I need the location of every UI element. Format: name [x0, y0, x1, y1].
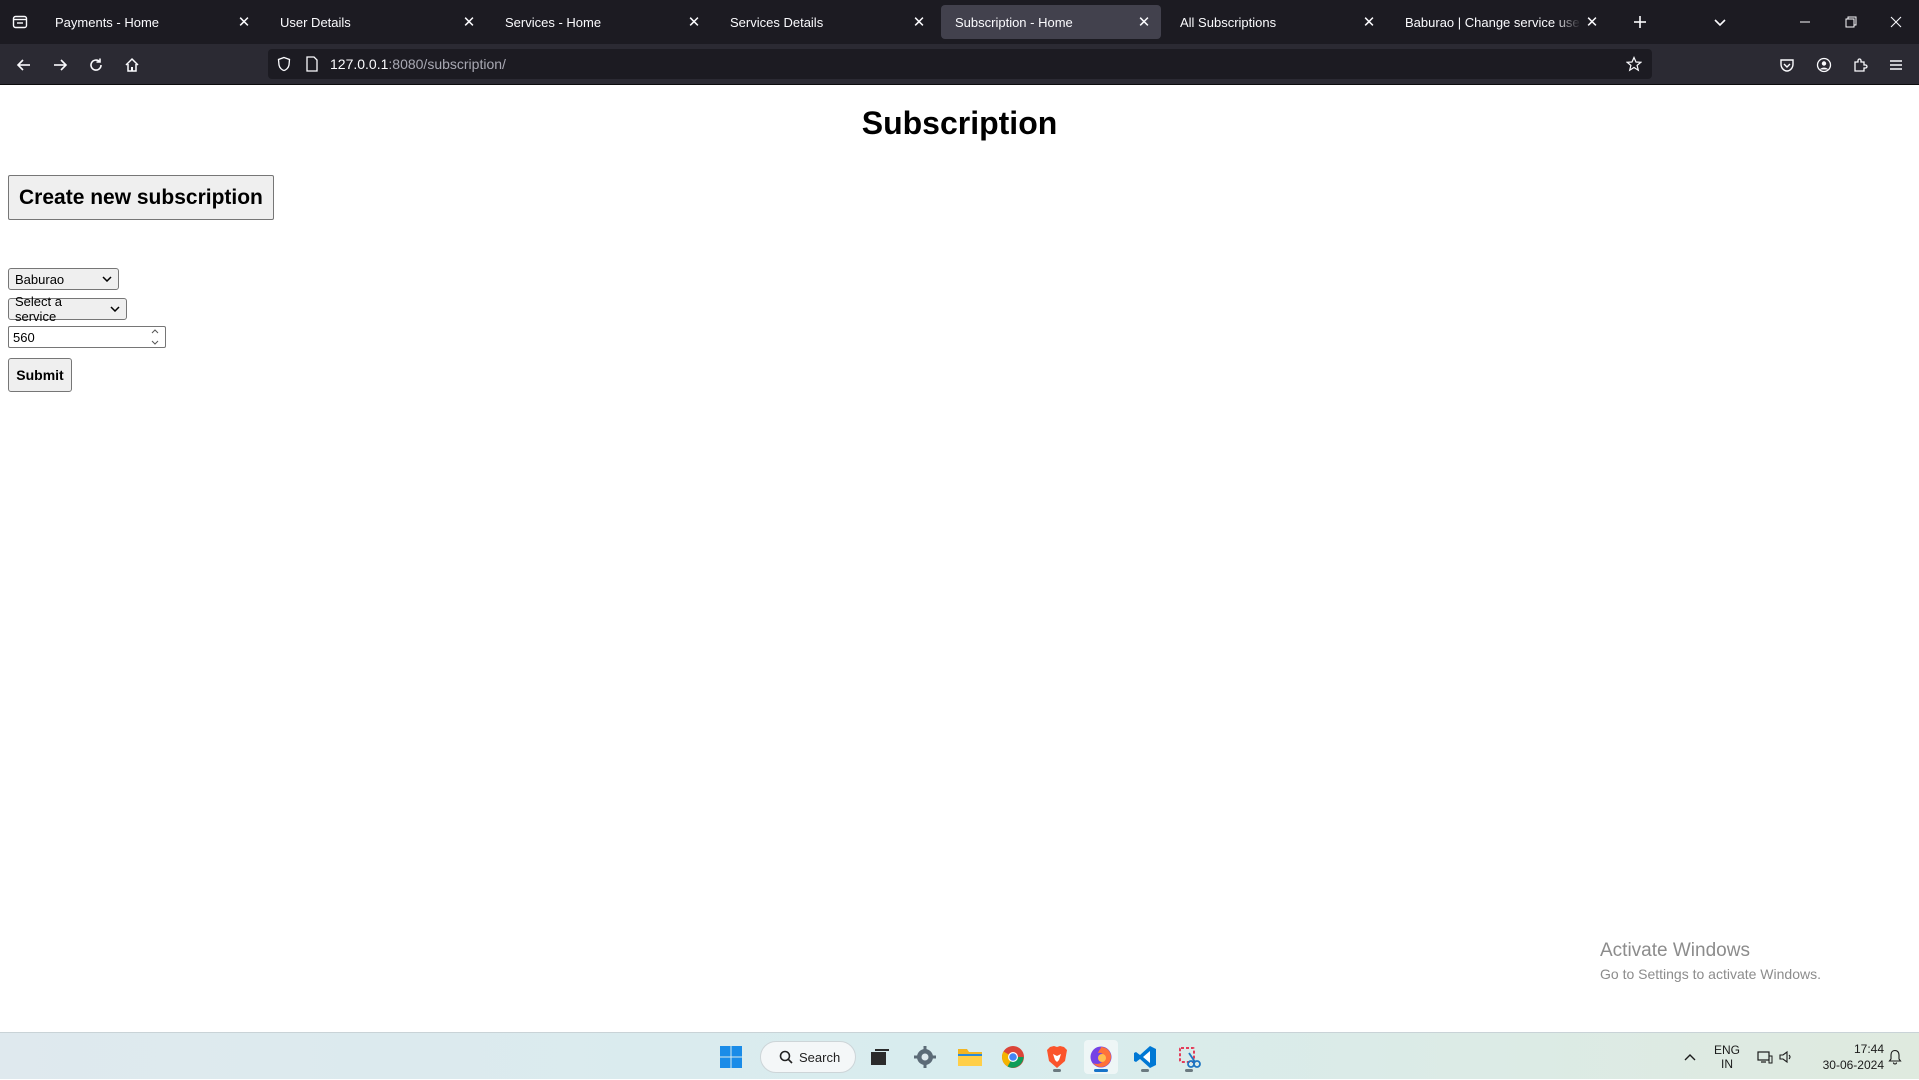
tab-title: Subscription - Home [955, 14, 1073, 30]
reload-icon[interactable] [81, 50, 111, 80]
notification-bell-icon[interactable] [1884, 1033, 1906, 1080]
close-icon[interactable]: ✕ [1133, 11, 1155, 33]
restore-button[interactable] [1828, 0, 1874, 44]
page-content: Subscription Create new subscription Bab… [0, 85, 1919, 1032]
tab-services-home[interactable]: Services - Home ✕ [491, 5, 711, 39]
spin-up-icon[interactable] [151, 329, 159, 334]
tab-payments-home[interactable]: Payments - Home ✕ [41, 5, 261, 39]
new-tab-button[interactable] [1626, 8, 1654, 36]
list-all-tabs-button[interactable] [1706, 8, 1734, 36]
user-select[interactable]: Baburao [8, 268, 119, 290]
tab-all-subscriptions[interactable]: All Subscriptions ✕ [1166, 5, 1386, 39]
firefox-view-icon[interactable] [8, 10, 32, 34]
tab-title: Payments - Home [55, 14, 160, 30]
watermark-subtitle: Go to Settings to activate Windows. [1600, 966, 1821, 982]
windows-start-icon[interactable] [714, 1040, 748, 1074]
watermark-title: Activate Windows [1600, 940, 1750, 961]
running-indicator [1053, 1069, 1061, 1072]
page-title: Subscription [861, 105, 1058, 141]
lang-code: ENG [1713, 1042, 1740, 1057]
page-icon[interactable] [302, 54, 322, 74]
search-label: Search [799, 1049, 841, 1065]
brave-icon[interactable] [1040, 1040, 1074, 1074]
tab-title: User Details [280, 14, 351, 30]
close-icon[interactable]: ✕ [683, 11, 705, 33]
settings-gear-icon[interactable] [908, 1040, 942, 1074]
running-indicator [1141, 1069, 1149, 1072]
tab-services-details[interactable]: Services Details ✕ [716, 5, 936, 39]
snipping-tool-icon[interactable] [1172, 1040, 1206, 1074]
chevron-down-icon [110, 306, 120, 312]
forward-arrow-icon[interactable] [45, 50, 75, 80]
system-clock[interactable]: 17:44 30-06-2024 [1808, 1033, 1884, 1080]
number-spinner[interactable] [149, 329, 161, 345]
spin-down-icon[interactable] [151, 340, 159, 345]
lang-region: IN [1721, 1056, 1733, 1071]
firefox-icon[interactable] [1084, 1040, 1118, 1074]
running-indicator [1094, 1069, 1108, 1072]
navigation-toolbar: 127.0.0.1:8080/subscription/ [0, 44, 1919, 84]
menu-icon[interactable] [1881, 50, 1911, 80]
amount-number-input[interactable]: 560 [8, 326, 166, 348]
running-indicator [1185, 1069, 1193, 1072]
close-icon[interactable]: ✕ [233, 11, 255, 33]
extensions-icon[interactable] [1845, 50, 1875, 80]
volume-icon[interactable] [1776, 1033, 1798, 1080]
tab-change-service-user[interactable]: Baburao | Change service user | Djan ✕ [1391, 5, 1609, 39]
vscode-icon[interactable] [1128, 1040, 1162, 1074]
url-host: 127.0.0.1 [330, 56, 389, 72]
address-bar[interactable]: 127.0.0.1:8080/subscription/ [268, 49, 1652, 79]
close-icon[interactable]: ✕ [908, 11, 930, 33]
close-icon[interactable]: ✕ [458, 11, 480, 33]
clock-date: 30-06-2024 [1822, 1057, 1884, 1072]
tab-strip: Payments - Home ✕ User Details ✕ Service… [0, 0, 1919, 44]
close-icon[interactable]: ✕ [1358, 11, 1380, 33]
tab-subscription-home[interactable]: Subscription - Home ✕ [941, 5, 1161, 39]
account-icon[interactable] [1809, 50, 1839, 80]
tab-title: Services Details [730, 14, 824, 30]
file-explorer-icon[interactable] [953, 1040, 987, 1074]
search-icon [779, 1050, 793, 1064]
url-path: :8080/subscription/ [388, 56, 506, 72]
minimize-button[interactable] [1782, 0, 1828, 44]
pocket-icon[interactable] [1772, 50, 1802, 80]
network-icon[interactable] [1754, 1033, 1776, 1080]
tab-title: Baburao | Change service user | Djan [1405, 14, 1581, 30]
bookmark-star-icon[interactable] [1624, 54, 1644, 74]
service-select[interactable]: Select a service [8, 294, 127, 324]
chrome-icon[interactable] [996, 1040, 1030, 1074]
url-text[interactable]: 127.0.0.1:8080/subscription/ [330, 56, 506, 72]
home-icon[interactable] [117, 50, 147, 80]
user-select-value: Baburao [15, 271, 65, 287]
tab-user-details[interactable]: User Details ✕ [266, 5, 486, 39]
input-language-indicator[interactable]: ENG IN [1709, 1033, 1745, 1080]
activate-windows-watermark: Activate Windows Go to Settings to activ… [1600, 940, 1821, 982]
amount-value: 560 [13, 329, 35, 345]
service-select-value: Select a service [15, 294, 62, 324]
task-view-icon[interactable] [863, 1040, 897, 1074]
tab-title: All Subscriptions [1180, 14, 1277, 30]
back-arrow-icon[interactable] [9, 50, 39, 80]
taskbar: Search ENG IN 17:44 30-06-2024 [0, 1032, 1919, 1079]
clock-time: 17:44 [1853, 1041, 1884, 1056]
close-icon[interactable]: ✕ [1581, 11, 1603, 33]
submit-button[interactable]: Submit [8, 358, 72, 392]
create-new-subscription-button[interactable]: Create new subscription [8, 175, 274, 220]
shield-icon[interactable] [274, 54, 294, 74]
show-hidden-icons-chevron-icon[interactable] [1680, 1033, 1700, 1080]
tab-title: Services - Home [505, 14, 602, 30]
taskbar-search[interactable]: Search [760, 1041, 856, 1073]
close-window-button[interactable] [1873, 0, 1919, 44]
chevron-down-icon [102, 276, 112, 282]
